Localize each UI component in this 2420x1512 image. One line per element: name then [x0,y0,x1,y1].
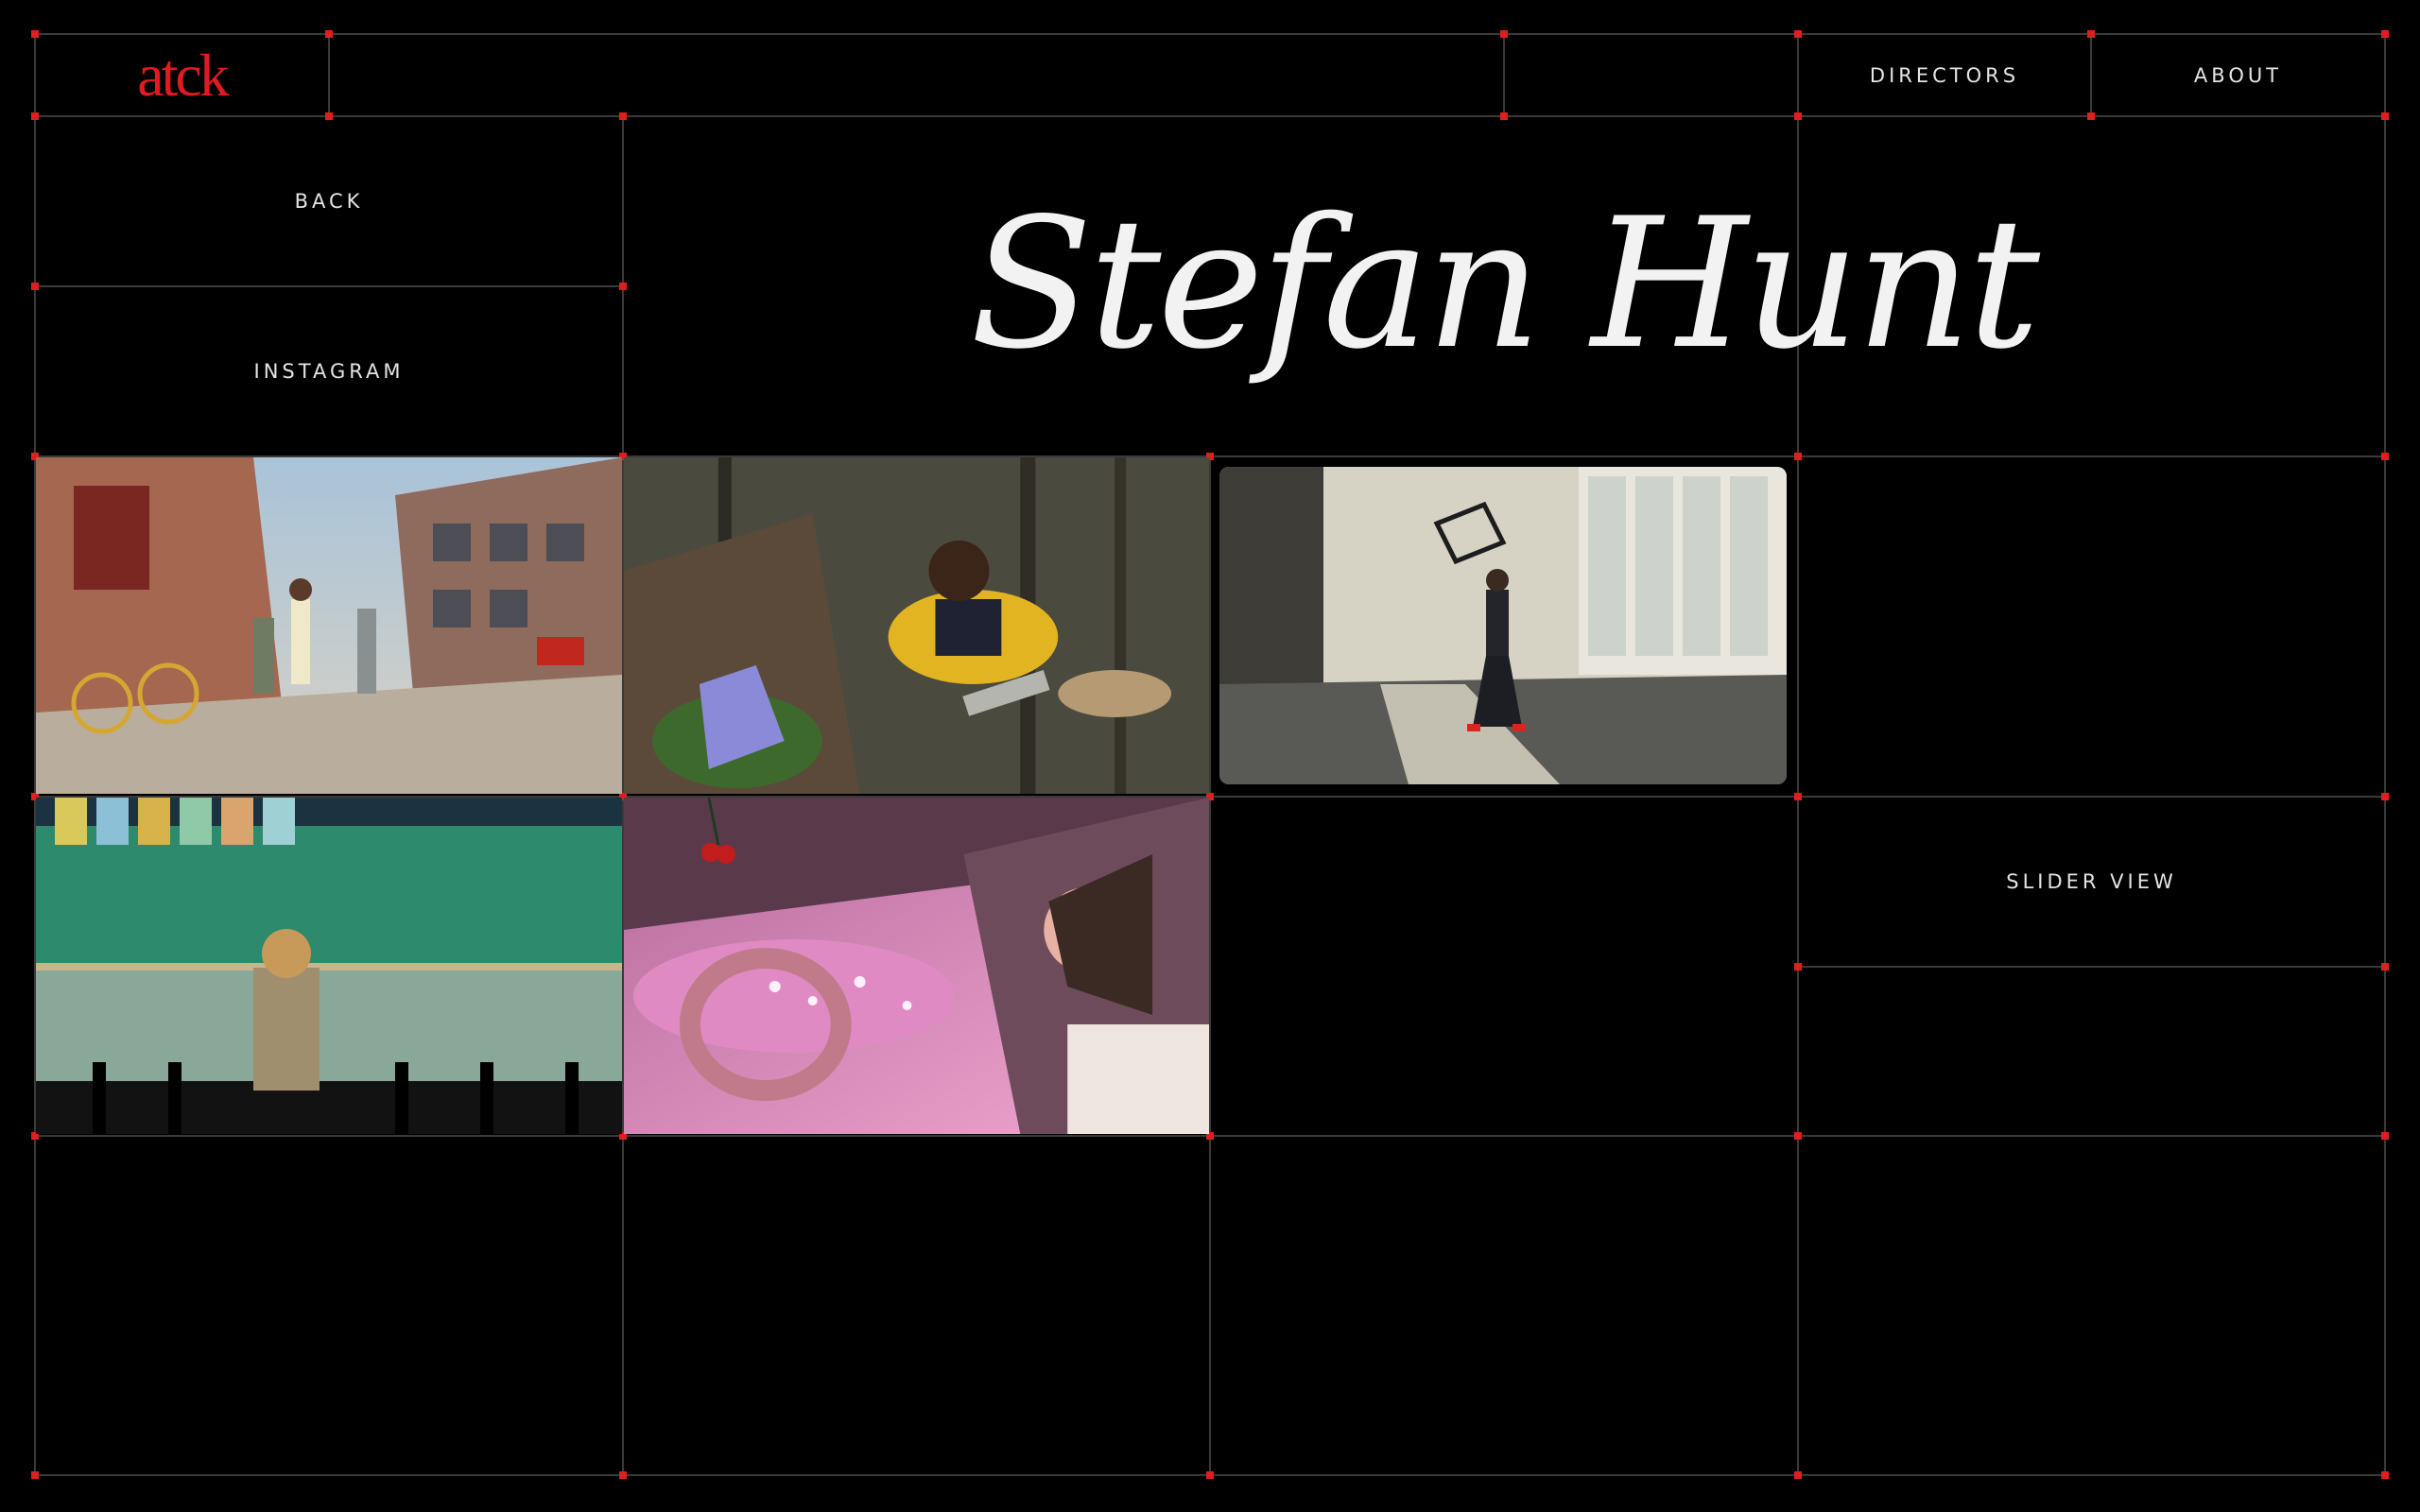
street-scene-image [36,457,622,794]
nav-about[interactable]: ABOUT [2092,35,2384,115]
nav-directors[interactable]: DIRECTORS [1799,35,2090,115]
back-link[interactable]: BACK [36,117,622,285]
forest-scene-image [624,457,1209,794]
video-thumbnail-diner[interactable] [36,798,622,1134]
instagram-link[interactable]: INSTAGRAM [36,287,622,455]
back-label: BACK [294,190,364,213]
slider-view-label: SLIDER VIEW [2006,870,2177,893]
instagram-label: INSTAGRAM [253,360,405,383]
video-thumbnail-forest[interactable] [624,457,1209,794]
diner-scene-image [36,798,622,1134]
nav-directors-label: DIRECTORS [1869,63,2020,87]
slider-view-toggle[interactable]: SLIDER VIEW [1799,798,2384,966]
nav-about-label: ABOUT [2193,63,2283,87]
warehouse-scene-image [1219,467,1787,784]
logo[interactable]: atck [137,44,230,106]
director-name: Stefan Hunt [969,179,2040,388]
car-scene-image [624,798,1209,1134]
video-thumbnail-dancer[interactable] [1219,467,1787,784]
logo-cell: atck [36,35,328,115]
video-thumbnail-driver[interactable] [624,798,1209,1134]
video-thumbnail-street-run[interactable] [36,457,622,794]
